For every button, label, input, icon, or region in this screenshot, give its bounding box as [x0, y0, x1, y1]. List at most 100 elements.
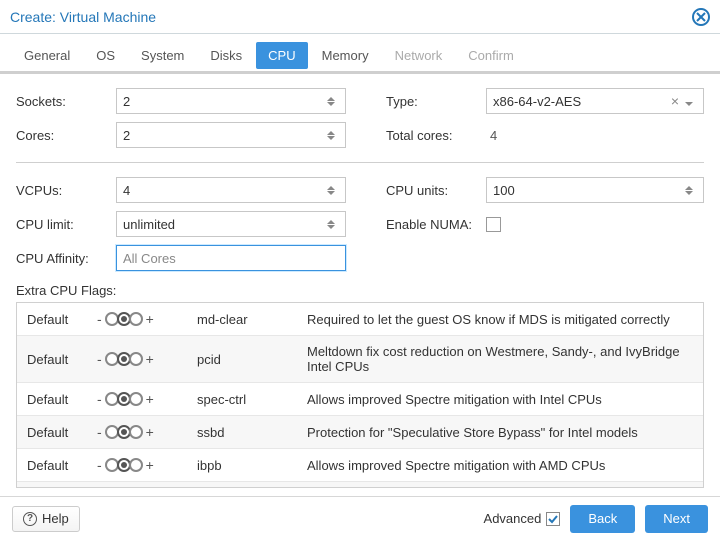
flag-name: ssbd [197, 425, 307, 440]
spinner-arrows-icon[interactable] [327, 212, 341, 236]
help-icon: ? [23, 512, 37, 526]
cores-input[interactable]: 2 [116, 122, 346, 148]
minus-icon: - [97, 457, 102, 473]
totalcores-label: Total cores: [386, 128, 486, 143]
next-button[interactable]: Next [645, 505, 708, 533]
flag-on[interactable] [129, 352, 143, 366]
spinner-arrows-icon[interactable] [685, 178, 699, 202]
minus-icon: - [97, 351, 102, 367]
spinner-arrows-icon[interactable] [327, 89, 341, 113]
table-row: Default-+pcidMeltdown fix cost reduction… [17, 336, 703, 383]
spinner-arrows-icon[interactable] [327, 178, 341, 202]
flag-state: Default [27, 458, 97, 473]
flag-desc: Required to let the guest OS know if MDS… [307, 312, 693, 327]
cpuunits-value: 100 [493, 183, 515, 198]
sockets-label: Sockets: [16, 94, 116, 109]
spinner-arrows-icon[interactable] [327, 123, 341, 147]
tab-confirm: Confirm [456, 42, 526, 69]
plus-icon: + [146, 351, 154, 367]
flag-name: md-clear [197, 312, 307, 327]
type-clear-icon[interactable]: × [671, 93, 679, 109]
vcpus-value: 4 [123, 183, 130, 198]
chevron-down-icon[interactable] [685, 89, 699, 113]
flag-state: Default [27, 312, 97, 327]
cpu-top-grid: Sockets: 2 Type: x86-64-v2-AES × Cores: … [16, 88, 704, 148]
cpulimit-value: unlimited [123, 217, 175, 232]
minus-icon: - [97, 424, 102, 440]
flag-tristate[interactable]: -+ [97, 424, 197, 440]
cpuunits-input[interactable]: 100 [486, 177, 704, 203]
table-row: Default-+spec-ctrlAllows improved Spectr… [17, 383, 703, 416]
plus-icon: + [146, 457, 154, 473]
flag-name: spec-ctrl [197, 392, 307, 407]
cpu-adv-grid: VCPUs: 4 CPU units: 100 CPU limit: unlim… [16, 177, 704, 271]
type-label: Type: [386, 94, 486, 109]
affinity-label: CPU Affinity: [16, 251, 116, 266]
flag-state: Default [27, 392, 97, 407]
tab-os[interactable]: OS [84, 42, 127, 69]
vcpus-label: VCPUs: [16, 183, 116, 198]
flag-state: Default [27, 425, 97, 440]
extra-flags-scroll[interactable]: Default-+md-clearRequired to let the gue… [17, 303, 703, 487]
flag-state: Default [27, 352, 97, 367]
numa-checkbox[interactable] [486, 217, 501, 232]
flag-on[interactable] [129, 458, 143, 472]
vm-create-dialog: Create: Virtual Machine General OS Syste… [0, 0, 720, 540]
plus-icon: + [146, 391, 154, 407]
tab-network: Network [383, 42, 455, 69]
table-row: Default-+md-clearRequired to let the gue… [17, 303, 703, 336]
close-icon [696, 12, 706, 22]
plus-icon: + [146, 424, 154, 440]
extra-flags-table: Default-+md-clearRequired to let the gue… [16, 302, 704, 488]
help-button[interactable]: ? Help [12, 506, 80, 532]
flag-on[interactable] [129, 312, 143, 326]
help-label: Help [42, 511, 69, 526]
titlebar: Create: Virtual Machine [0, 0, 720, 34]
tab-body: Sockets: 2 Type: x86-64-v2-AES × Cores: … [0, 74, 720, 496]
cpulimit-input[interactable]: unlimited [116, 211, 346, 237]
tab-memory[interactable]: Memory [310, 42, 381, 69]
advanced-toggle[interactable]: Advanced [484, 511, 561, 526]
flag-tristate[interactable]: -+ [97, 351, 197, 367]
check-icon [548, 514, 558, 524]
advanced-checkbox[interactable] [546, 512, 560, 526]
affinity-value: All Cores [123, 251, 176, 266]
tab-disks[interactable]: Disks [198, 42, 254, 69]
cores-value: 2 [123, 128, 130, 143]
flag-desc: Meltdown fix cost reduction on Westmere,… [307, 344, 693, 374]
table-row: Default-+ibpbAllows improved Spectre mit… [17, 449, 703, 482]
sockets-input[interactable]: 2 [116, 88, 346, 114]
flag-on[interactable] [129, 425, 143, 439]
back-button[interactable]: Back [570, 505, 635, 533]
type-combo[interactable]: x86-64-v2-AES × [486, 88, 704, 114]
flag-tristate[interactable]: -+ [97, 391, 197, 407]
minus-icon: - [97, 391, 102, 407]
section-divider [16, 162, 704, 163]
advanced-label: Advanced [484, 511, 542, 526]
tab-system[interactable]: System [129, 42, 196, 69]
cpuunits-label: CPU units: [386, 183, 486, 198]
type-value: x86-64-v2-AES [493, 94, 581, 109]
flag-desc: Protection for "Speculative Store Bypass… [307, 425, 693, 440]
affinity-input[interactable]: All Cores [116, 245, 346, 271]
extra-flags-label: Extra CPU Flags: [16, 283, 704, 298]
table-row: Default-+virt-ssbdBasis for "Speculative… [17, 482, 703, 487]
numa-label: Enable NUMA: [386, 217, 486, 232]
vcpus-input[interactable]: 4 [116, 177, 346, 203]
tab-general[interactable]: General [12, 42, 82, 69]
cpulimit-label: CPU limit: [16, 217, 116, 232]
flag-on[interactable] [129, 392, 143, 406]
tab-cpu[interactable]: CPU [256, 42, 307, 69]
flag-name: pcid [197, 352, 307, 367]
plus-icon: + [146, 311, 154, 327]
close-button[interactable] [692, 8, 710, 26]
totalcores-value: 4 [486, 128, 704, 143]
minus-icon: - [97, 311, 102, 327]
sockets-value: 2 [123, 94, 130, 109]
dialog-title: Create: Virtual Machine [10, 9, 692, 25]
flag-tristate[interactable]: -+ [97, 457, 197, 473]
flag-desc: Allows improved Spectre mitigation with … [307, 392, 693, 407]
dialog-footer: ? Help Advanced Back Next [0, 496, 720, 540]
wizard-tabs: General OS System Disks CPU Memory Netwo… [0, 34, 720, 74]
flag-tristate[interactable]: -+ [97, 311, 197, 327]
